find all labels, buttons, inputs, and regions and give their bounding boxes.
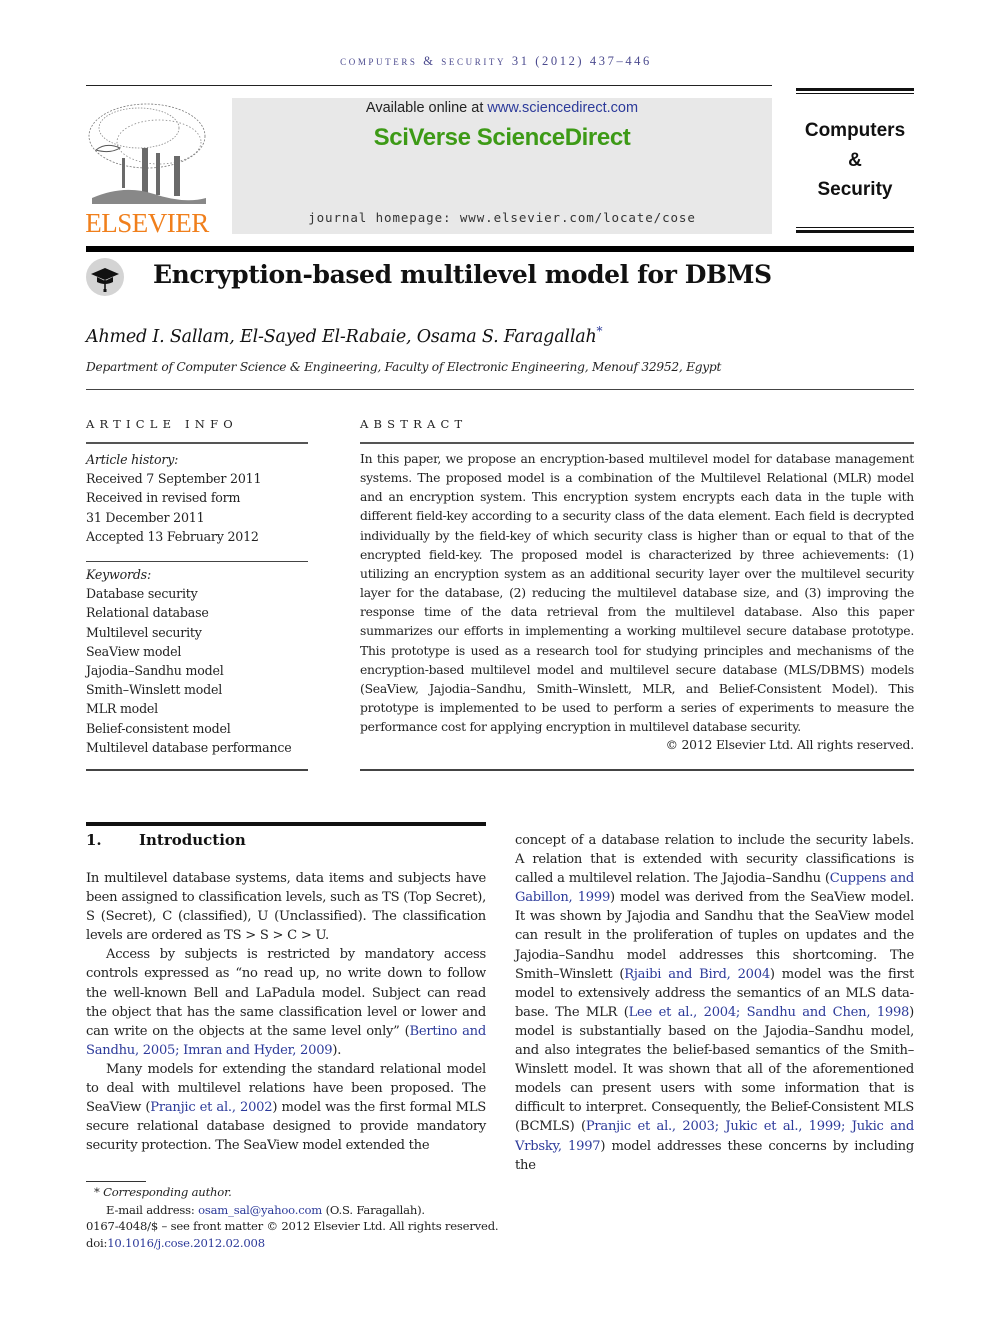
body-column-left: In multilevel database systems, data ite… — [86, 869, 486, 1155]
footnote-doi: doi:10.1016/j.cose.2012.02.008 — [86, 1236, 265, 1250]
journal-title-line2: & — [848, 149, 862, 171]
keyword-item: Relational database — [86, 605, 209, 621]
journal-title-line3: Security — [817, 179, 893, 200]
elsevier-wordmark: ELSEVIER — [85, 208, 209, 238]
authors: Ahmed I. Sallam, El-Sayed El-Rabaie, Osa… — [86, 324, 603, 347]
journal-rule — [796, 230, 914, 233]
section-number: 1. — [86, 831, 102, 849]
paragraph-text: ) model is substantially based on the Ja… — [515, 1004, 914, 1135]
article-info-rule — [86, 561, 308, 562]
footnote-rule — [86, 1181, 146, 1182]
header-rule — [86, 85, 772, 86]
journal-title: Computers & Security — [796, 116, 914, 205]
history-item: Received 7 September 2011 — [86, 471, 262, 487]
keyword-item: Jajodia–Sandhu model — [86, 663, 224, 679]
paragraph-text: ). — [332, 1042, 342, 1058]
footnote-issn: 0167-4048/$ – see front matter © 2012 El… — [86, 1219, 499, 1233]
abstract-rule — [360, 769, 914, 771]
citation-link[interactable]: Lee et al., 2004; Sandhu and Chen, 1998 — [629, 1005, 910, 1020]
section-title: Introduction — [139, 831, 246, 849]
sciencedirect-link[interactable]: www.sciencedirect.com — [487, 100, 638, 116]
body-column-right: concept of a database relation to includ… — [515, 831, 914, 1175]
keywords: Keywords: Database security Relational d… — [86, 565, 316, 757]
history-item: Received in revised form — [86, 490, 241, 506]
email-label: E-mail address: — [106, 1203, 199, 1217]
section-bar — [86, 822, 486, 826]
abstract-copyright: © 2012 Elsevier Ltd. All rights reserved… — [665, 737, 915, 752]
paragraph: In multilevel database systems, data ite… — [86, 871, 486, 944]
keywords-label: Keywords: — [86, 567, 151, 582]
email-owner: (O.S. Faragallah). — [322, 1203, 425, 1217]
affiliation: Department of Computer Science & Enginee… — [86, 360, 722, 374]
running-head: computers & security 31 (2012) 437–446 — [340, 54, 652, 68]
footnote-corresponding: * Corresponding author. — [94, 1185, 232, 1199]
keyword-item: Belief-consistent model — [86, 720, 231, 736]
history-label: Article history: — [86, 452, 179, 467]
graduation-cap-icon — [86, 258, 124, 296]
corresponding-author-mark[interactable]: * — [597, 324, 603, 338]
keyword-item: Multilevel security — [86, 624, 202, 640]
journal-title-line1: Computers — [804, 120, 906, 141]
paragraph: Many models for extending the standard r… — [86, 1060, 486, 1155]
citation-link[interactable]: Pranjic et al., 2002 — [150, 1100, 272, 1115]
keyword-item: Smith–Winslett model — [86, 682, 223, 698]
keyword-item: Database security — [86, 586, 198, 602]
history-item: 31 December 2011 — [86, 509, 205, 525]
footnote-email: E-mail address: osam_sal@yahoo.com (O.S.… — [86, 1203, 425, 1217]
history-item: Accepted 13 February 2012 — [86, 528, 259, 544]
article-history: Article history: Received 7 September 20… — [86, 450, 316, 546]
article-info-rule — [86, 442, 308, 444]
abstract-text: In this paper, we propose an encryption-… — [360, 452, 914, 735]
abstract-rule — [360, 442, 914, 444]
title-bar — [86, 246, 914, 252]
keyword-item: Multilevel database performance — [86, 739, 292, 755]
available-online: Available online at www.sciencedirect.co… — [232, 100, 772, 116]
sciverse-brand: SciVerse ScienceDirect — [373, 124, 631, 151]
affiliation-rule — [86, 389, 914, 390]
journal-homepage[interactable]: journal homepage: www.elsevier.com/locat… — [232, 210, 772, 225]
journal-rule — [796, 88, 914, 91]
author-names: Ahmed I. Sallam, El-Sayed El-Rabaie, Osa… — [86, 326, 597, 347]
abstract-heading: ABSTRACT — [360, 417, 468, 431]
doi-link[interactable]: 10.1016/j.cose.2012.02.008 — [107, 1236, 265, 1250]
paragraph: Access by subjects is restricted by mand… — [86, 945, 486, 1060]
doi-label: doi: — [86, 1236, 108, 1250]
paragraph: concept of a database relation to includ… — [515, 831, 914, 1175]
article-info-rule — [86, 769, 308, 771]
journal-rule — [796, 93, 914, 94]
available-prefix: Available online at — [365, 100, 488, 116]
elsevier-tree-icon — [84, 98, 210, 208]
journal-rule — [796, 227, 914, 228]
article-info-heading: ARTICLE INFO — [86, 417, 238, 431]
keyword-item: SeaView model — [86, 643, 182, 659]
citation-link[interactable]: Rjaibi and Bird, 2004 — [624, 967, 770, 982]
keyword-item: MLR model — [86, 701, 159, 717]
paper-title: Encryption-based multilevel model for DB… — [153, 260, 772, 289]
email-link[interactable]: osam_sal@yahoo.com — [198, 1203, 322, 1217]
